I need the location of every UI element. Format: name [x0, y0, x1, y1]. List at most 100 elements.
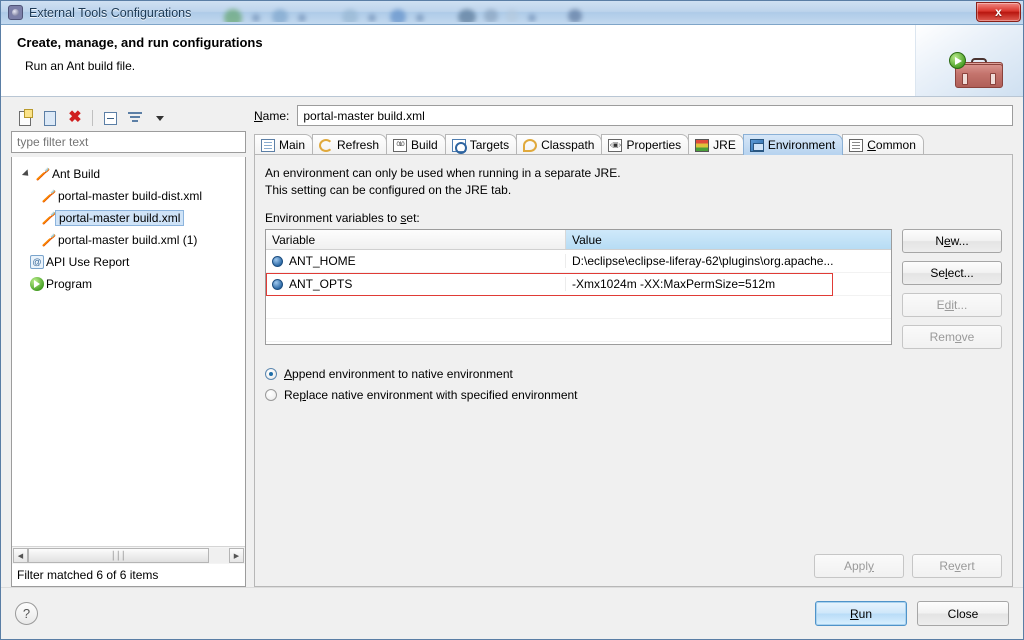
configurations-panel: ✖ 🪥 Ant Build 🪥 portal-master buil — [11, 105, 246, 587]
tree-item-label: portal-master build.xml (1) — [58, 233, 197, 247]
scrollbar-thumb[interactable]: │││ — [28, 548, 209, 563]
window-close-button[interactable]: x — [976, 2, 1021, 22]
variable-buttons: New... Select... Edit... Remove — [902, 229, 1002, 349]
main-tab-icon — [261, 139, 275, 152]
page-title: Create, manage, and run configurations — [17, 35, 1023, 50]
column-header-value[interactable]: Value — [566, 230, 891, 249]
environment-mode-radios: Append environment to native environment… — [265, 363, 1002, 405]
filter-status-label: Filter matched 6 of 6 items — [12, 564, 245, 586]
collapse-all-icon[interactable] — [100, 108, 120, 128]
select-variable-button[interactable]: Select... — [902, 261, 1002, 285]
new-variable-button[interactable]: New... — [902, 229, 1002, 253]
remove-variable-button: Remove — [902, 325, 1002, 349]
footer-buttons: Run Close — [815, 601, 1009, 626]
revert-button: Revert — [912, 554, 1002, 578]
program-icon — [28, 277, 46, 291]
window-buttons: x — [976, 2, 1021, 22]
external-tools-icon — [8, 5, 23, 20]
ant-icon: 🪥 — [34, 168, 52, 180]
apply-button: Apply — [814, 554, 904, 578]
table-row[interactable]: ANT_OPTS -Xmx1024m -XX:MaxPermSize=512m — [266, 273, 891, 296]
environment-variables-label: Environment variables to set: — [265, 211, 1002, 225]
external-tools-configurations-dialog: External Tools Configurations x Create, … — [0, 0, 1024, 640]
new-configuration-icon[interactable] — [15, 108, 35, 128]
tree-toolbar: ✖ — [11, 105, 246, 131]
refresh-tab-icon — [319, 139, 333, 152]
edit-variable-button: Edit... — [902, 293, 1002, 317]
tree-item-build-dist[interactable]: 🪥 portal-master build-dist.xml — [12, 185, 245, 207]
environment-tab-icon — [750, 139, 764, 152]
delete-configuration-icon[interactable]: ✖ — [65, 108, 85, 128]
scrollbar-track[interactable]: │││ — [28, 548, 229, 563]
tree-item-build-xml-1[interactable]: 🪥 portal-master build.xml (1) — [12, 229, 245, 251]
tab-classpath[interactable]: Classpath — [516, 134, 602, 155]
help-button[interactable]: ? — [15, 602, 38, 625]
tab-bar: Main Refresh 010 Build Targets Classpath — [254, 134, 1013, 155]
view-menu-caret-icon[interactable] — [150, 108, 170, 128]
window-title: External Tools Configurations — [29, 6, 191, 20]
tab-environment[interactable]: Environment — [743, 134, 843, 155]
jre-tab-icon — [695, 139, 709, 152]
variable-icon — [272, 279, 283, 290]
radio-button-icon[interactable] — [265, 368, 277, 380]
name-row: Name: — [254, 105, 1013, 126]
table-row[interactable]: ANT_HOME D:\eclipse\eclipse-liferay-62\p… — [266, 250, 891, 273]
tab-build[interactable]: 010 Build — [386, 134, 446, 155]
tab-label: Properties — [626, 138, 681, 152]
close-button[interactable]: Close — [917, 601, 1009, 626]
tree-items: 🪥 Ant Build 🪥 portal-master build-dist.x… — [12, 157, 245, 546]
ant-icon: 🪥 — [40, 234, 58, 246]
duplicate-configuration-icon[interactable] — [40, 108, 60, 128]
tree-item-label: API Use Report — [46, 255, 129, 269]
dialog-footer: ? Run Close — [1, 587, 1023, 639]
variables-area: Variable Value ANT_HOME D:\eclipse\eclip… — [265, 229, 1002, 349]
scroll-right-arrow-icon[interactable]: ▶ — [229, 548, 244, 563]
configurations-tree: 🪥 Ant Build 🪥 portal-master build-dist.x… — [11, 157, 246, 587]
scroll-left-arrow-icon[interactable]: ◀ — [13, 548, 28, 563]
radio-replace-environment[interactable]: Replace native environment with specifie… — [265, 384, 1002, 405]
radio-append-environment[interactable]: Append environment to native environment — [265, 363, 1002, 384]
tree-item-build-xml[interactable]: 🪥 portal-master build.xml — [12, 207, 245, 229]
filter-icon[interactable] — [125, 108, 145, 128]
environment-variables-table[interactable]: Variable Value ANT_HOME D:\eclipse\eclip… — [265, 229, 892, 345]
tab-common[interactable]: Common — [842, 134, 924, 155]
table-row-empty[interactable] — [266, 296, 891, 319]
tab-jre[interactable]: JRE — [688, 134, 744, 155]
radio-label: Replace native environment with specifie… — [284, 388, 578, 402]
table-row-empty[interactable] — [266, 319, 891, 342]
common-tab-icon — [849, 139, 863, 152]
filter-input[interactable] — [11, 131, 246, 153]
column-header-variable[interactable]: Variable — [266, 230, 566, 249]
tree-item-ant-build[interactable]: 🪥 Ant Build — [12, 163, 245, 185]
variable-icon — [272, 256, 283, 267]
tree-item-api-use-report[interactable]: @ API Use Report — [12, 251, 245, 273]
dialog-body: ✖ 🪥 Ant Build 🪥 portal-master buil — [1, 97, 1023, 587]
tree-item-program[interactable]: Program — [12, 273, 245, 295]
radio-button-icon[interactable] — [265, 389, 277, 401]
classpath-tab-icon — [523, 139, 537, 152]
tab-label: Refresh — [337, 138, 379, 152]
expand-arrow-icon[interactable] — [18, 170, 34, 178]
environment-description-line1: An environment can only be used when run… — [265, 165, 1002, 182]
targets-tab-icon — [452, 139, 466, 152]
tab-label: Common — [867, 138, 916, 152]
name-input[interactable] — [297, 105, 1013, 126]
run-button[interactable]: Run — [815, 601, 907, 626]
name-label: Name: — [254, 109, 289, 123]
tree-item-label: Ant Build — [52, 167, 100, 181]
apply-revert-row: Apply Revert — [814, 554, 1002, 578]
tab-targets[interactable]: Targets — [445, 134, 517, 155]
cell-value: -Xmx1024m -XX:MaxPermSize=512m — [566, 277, 891, 291]
tab-main[interactable]: Main — [254, 134, 313, 155]
dialog-header: Create, manage, and run configurations R… — [1, 25, 1023, 97]
radio-label: Append environment to native environment — [284, 367, 513, 381]
tab-refresh[interactable]: Refresh — [312, 134, 387, 155]
tab-label: Environment — [768, 138, 835, 152]
tree-horizontal-scrollbar[interactable]: ◀ │││ ▶ — [12, 546, 245, 564]
table-row-empty[interactable] — [266, 342, 891, 345]
tab-properties[interactable]: ‹▣› Properties — [601, 134, 689, 155]
tree-item-label: portal-master build-dist.xml — [58, 189, 202, 203]
environment-tab-panel: An environment can only be used when run… — [254, 154, 1013, 587]
environment-description-line2: This setting can be configured on the JR… — [265, 182, 1002, 199]
tree-item-label: portal-master build.xml — [55, 210, 184, 226]
